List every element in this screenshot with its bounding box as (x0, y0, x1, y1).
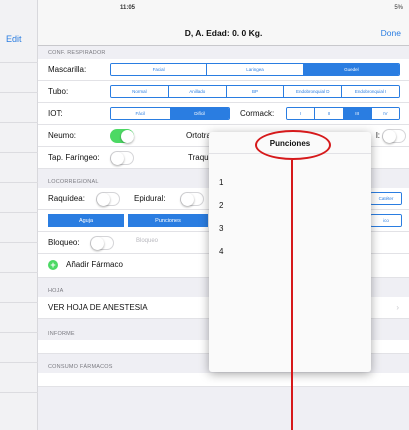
annotation-line (291, 160, 293, 430)
iot-segmented[interactable]: Fácil Difícil (110, 107, 230, 120)
neumo-label: Neumo: (48, 131, 77, 140)
cateter-segmented[interactable]: Catéter (370, 192, 402, 205)
tubo-option-endobronquial-d[interactable]: Endobronquial D (284, 86, 343, 97)
list-divider (0, 302, 38, 303)
list-divider (0, 62, 38, 63)
switch-knob (111, 152, 124, 165)
tubo-option-normal[interactable]: Normal (111, 86, 169, 97)
list-divider (0, 122, 38, 123)
tubo-option-anillado[interactable]: Anillado (168, 86, 227, 97)
bloqueo-switch[interactable] (90, 236, 114, 250)
switch-knob (121, 130, 134, 143)
popover-item-3[interactable]: 3 (209, 216, 371, 239)
mascarilla-label: Mascarilla: (48, 65, 87, 74)
switch-knob (383, 130, 396, 143)
cormack-option-3[interactable]: III (343, 108, 372, 119)
annotation-circle (255, 130, 331, 160)
cormack-option-4[interactable]: IV (371, 108, 399, 119)
list-divider (0, 362, 38, 363)
cormack-label: Cormack: (240, 109, 275, 118)
neumo-right-label: l: (376, 131, 380, 140)
tubo-label: Tubo: (48, 87, 69, 96)
punciones-button[interactable]: Punciones (128, 214, 208, 227)
bloqueo-input[interactable]: Bloqueo (136, 238, 158, 244)
popover-item-4[interactable]: 4 (209, 239, 371, 262)
iot-option-facil[interactable]: Fácil (111, 108, 171, 119)
cateter-option[interactable]: Catéter (371, 193, 401, 204)
mascarilla-option-laringea[interactable]: Laringea (207, 64, 304, 75)
list-divider (0, 392, 38, 393)
cormack-segmented[interactable]: I II III IV (286, 107, 400, 120)
bloqueo-label: Bloqueo: (48, 238, 80, 247)
iot-label: IOT: (48, 109, 63, 118)
ver-hoja-label: VER HOJA DE ANESTESIA (48, 303, 148, 312)
tap-faringeo-label: Tap. Faríngeo: (48, 153, 100, 162)
consumo-row[interactable] (38, 373, 409, 387)
status-bar: 11:05 5% (38, 0, 409, 22)
switch-knob (181, 193, 194, 206)
list-divider (0, 212, 38, 213)
iot-option-dificil[interactable]: Difícil (170, 108, 229, 119)
anadir-farmaco-label: Añadir Fármaco (66, 260, 123, 269)
battery-indicator: 5% (394, 5, 403, 11)
tubo-option-bp[interactable]: BP (226, 86, 285, 97)
status-time: 11:05 (120, 5, 136, 11)
list-divider (0, 332, 38, 333)
iot-row: IOT: Fácil Difícil Cormack: I II III IV (38, 103, 409, 125)
edit-button[interactable]: Edit (6, 34, 22, 44)
ortotra-label: Ortotra (186, 131, 211, 140)
raquidea-switch[interactable] (96, 192, 120, 206)
tap-faringeo-switch[interactable] (110, 151, 134, 165)
list-divider (0, 272, 38, 273)
done-button[interactable]: Done (381, 28, 401, 38)
add-icon: + (48, 260, 58, 270)
mascarilla-row: Mascarilla: Facial Laringea Guedel (38, 59, 409, 81)
tubo-option-endobronquial-i[interactable]: Endobronquial I (342, 86, 399, 97)
neumo-right-switch[interactable] (382, 129, 406, 143)
list-divider (0, 242, 38, 243)
list-divider (0, 182, 38, 183)
background-list: Edit (0, 0, 38, 430)
epidural-switch[interactable] (180, 192, 204, 206)
list-divider (0, 152, 38, 153)
aguja-button[interactable]: Aguja (48, 214, 124, 227)
popover-item-1[interactable]: 1 (209, 170, 371, 193)
raquidea-label: Raquídea: (48, 194, 85, 203)
cormack-option-2[interactable]: II (315, 108, 344, 119)
popover-item-2[interactable]: 2 (209, 193, 371, 216)
cormack-option-1[interactable]: I (287, 108, 316, 119)
epidural-label: Epidural: (134, 194, 166, 203)
right-option[interactable]: ico (371, 215, 401, 226)
punciones-popover: Punciones 1 2 3 4 (209, 132, 371, 372)
tubo-row: Tubo: Normal Anillado BP Endobronquial D… (38, 81, 409, 103)
mascarilla-option-guedel[interactable]: Guedel (303, 64, 399, 75)
list-divider (0, 92, 38, 93)
mascarilla-option-facial[interactable]: Facial (111, 64, 208, 75)
chevron-right-icon: › (396, 303, 399, 312)
page-title: D, A. Edad: 0. 0 Kg. (184, 28, 263, 38)
right-option-segmented[interactable]: ico (370, 214, 402, 227)
navigation-bar: D, A. Edad: 0. 0 Kg. Done (38, 22, 409, 46)
tubo-segmented[interactable]: Normal Anillado BP Endobronquial D Endob… (110, 85, 400, 98)
mascarilla-segmented[interactable]: Facial Laringea Guedel (110, 63, 400, 76)
section-header-respirador: CONF. RESPIRADOR (48, 50, 106, 56)
switch-knob (97, 193, 110, 206)
switch-knob (91, 237, 104, 250)
neumo-switch[interactable] (110, 129, 134, 143)
